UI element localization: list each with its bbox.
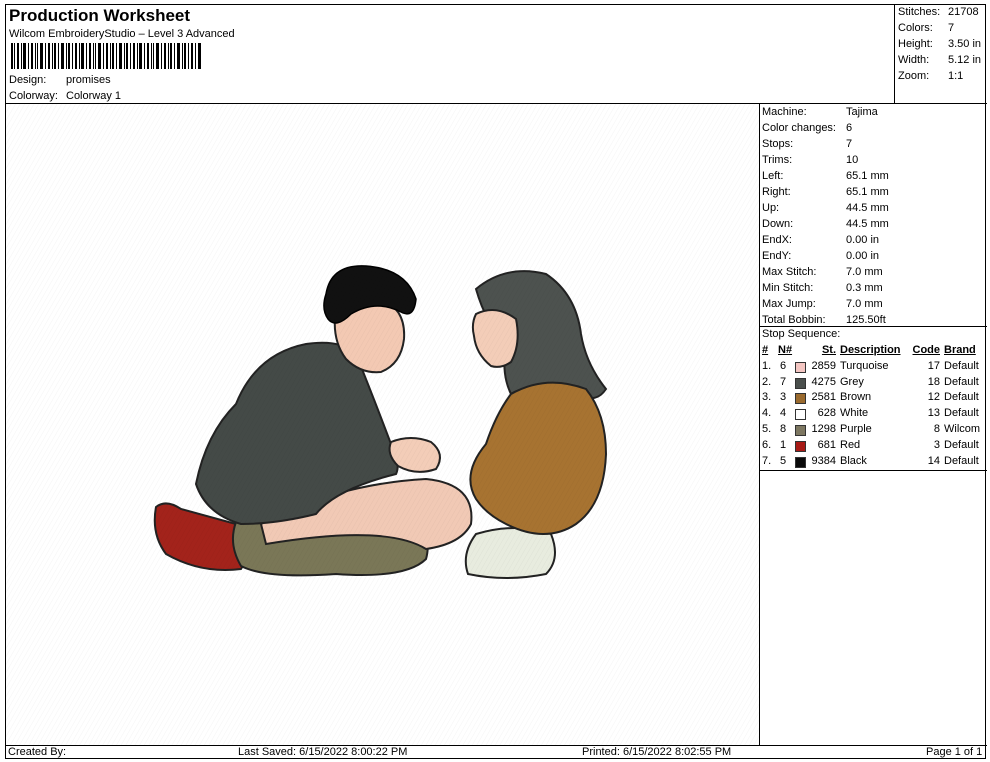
stop-sequence-table: # N# St. Description Code Brand 1. 6 2859 T… bbox=[762, 344, 986, 470]
table-row: 6. 1 681 Red 3 Default bbox=[762, 439, 986, 455]
color-code: 14 bbox=[927, 454, 940, 467]
needle-number: 7 bbox=[780, 375, 787, 388]
summary-height: Height: 3.50 in bbox=[898, 38, 982, 50]
worksheet-header: Production Worksheet Wilcom EmbroiderySt… bbox=[6, 5, 895, 104]
row-index: 7. bbox=[762, 454, 772, 467]
needle-number: 1 bbox=[780, 438, 787, 451]
color-code: 13 bbox=[927, 407, 940, 420]
table-row: 7. 5 9384 Black 14 Default bbox=[762, 455, 986, 471]
summary-colors: Colors: 7 bbox=[898, 22, 955, 34]
table-header: # N# St. Description Code Brand bbox=[762, 344, 976, 356]
needle-number: 5 bbox=[780, 454, 787, 467]
table-row: 1. 6 2859 Turquoise 17 Default bbox=[762, 360, 986, 376]
color-description: Turquoise bbox=[840, 359, 889, 372]
color-description: Purple bbox=[840, 422, 872, 435]
color-description: Black bbox=[840, 454, 867, 467]
color-code: 18 bbox=[927, 375, 940, 388]
summary-width: Width: 5.12 in bbox=[898, 54, 982, 66]
detail-color-changes: Color changes: 6 bbox=[762, 122, 853, 134]
detail-right: Right: 65.1 mm bbox=[762, 186, 889, 198]
row-index: 4. bbox=[762, 407, 772, 420]
divider bbox=[760, 326, 987, 327]
software-subtitle: Wilcom EmbroideryStudio – Level 3 Advanc… bbox=[9, 28, 235, 40]
detail-stops: Stops: 7 bbox=[762, 138, 853, 150]
design-label: Design: bbox=[9, 74, 47, 86]
detail-max-jump: Max Jump: 7.0 mm bbox=[762, 298, 883, 310]
color-description: Brown bbox=[840, 391, 872, 404]
detail-max-stitch: Max Stitch: 7.0 mm bbox=[762, 266, 883, 278]
page-number: Page 1 of 1 bbox=[926, 746, 983, 758]
color-swatch bbox=[795, 440, 806, 452]
barcode-image bbox=[11, 43, 201, 69]
color-description: White bbox=[840, 407, 869, 420]
row-index: 3. bbox=[762, 391, 772, 404]
color-swatch bbox=[795, 377, 806, 389]
color-swatch bbox=[795, 409, 806, 421]
design-value: promises bbox=[66, 74, 111, 86]
machine-details: Machine: Tajima Color changes: 6 Stops: 7 T… bbox=[760, 104, 987, 745]
color-code: 3 bbox=[933, 438, 940, 451]
thread-brand: Wilcom bbox=[944, 422, 981, 435]
stitch-count: 681 bbox=[817, 438, 836, 451]
printed-date: Printed: 6/15/2022 8:02:55 PM bbox=[582, 746, 732, 758]
color-code: 12 bbox=[927, 391, 940, 404]
design-summary: Stitches: 21708 Colors: 7 Height: 3.50 in W… bbox=[895, 5, 987, 104]
created-by: Created By: bbox=[8, 746, 67, 758]
stitch-count: 4275 bbox=[811, 375, 836, 388]
row-index: 1. bbox=[762, 359, 772, 372]
color-code: 8 bbox=[933, 422, 940, 435]
needle-number: 3 bbox=[780, 391, 787, 404]
worksheet-footer: Created By: Last Saved: 6/15/2022 8:00:2… bbox=[6, 745, 987, 760]
color-swatch bbox=[795, 393, 806, 405]
stitch-count: 2581 bbox=[811, 391, 836, 404]
color-code: 17 bbox=[927, 359, 940, 372]
colorway-label: Colorway: bbox=[9, 90, 58, 102]
colorway-value: Colorway 1 bbox=[66, 90, 122, 102]
color-description: Red bbox=[840, 438, 861, 451]
detail-machine: Machine: Tajima bbox=[762, 106, 878, 118]
thread-brand: Default bbox=[944, 375, 979, 388]
worksheet: Production Worksheet Wilcom EmbroiderySt… bbox=[5, 4, 987, 760]
thread-brand: Default bbox=[944, 359, 979, 372]
detail-endy: EndY: 0.00 in bbox=[762, 250, 880, 262]
color-swatch bbox=[795, 361, 806, 373]
thread-brand: Default bbox=[944, 391, 979, 404]
detail-down: Down: 44.5 mm bbox=[762, 218, 889, 230]
design-preview bbox=[6, 104, 760, 745]
stop-sequence-title: Stop Sequence: bbox=[762, 328, 841, 340]
divider bbox=[760, 470, 987, 471]
colorway-row: Colorway: Colorway 1 bbox=[9, 90, 121, 102]
stitch-count: 2859 bbox=[811, 359, 836, 372]
stitch-count: 1298 bbox=[811, 422, 836, 435]
thread-brand: Default bbox=[944, 454, 979, 467]
row-index: 5. bbox=[762, 422, 772, 435]
row-index: 6. bbox=[762, 438, 772, 451]
table-row: 3. 3 2581 Brown 12 Default bbox=[762, 391, 986, 407]
page-title: Production Worksheet bbox=[9, 6, 191, 25]
stitch-count: 628 bbox=[817, 407, 836, 420]
detail-left: Left: 65.1 mm bbox=[762, 170, 889, 182]
summary-zoom: Zoom: 1:1 bbox=[898, 70, 964, 82]
table-row: 2. 7 4275 Grey 18 Default bbox=[762, 376, 986, 392]
needle-number: 6 bbox=[780, 359, 787, 372]
table-row: 4. 4 628 White 13 Default bbox=[762, 407, 986, 423]
detail-endx: EndX: 0.00 in bbox=[762, 234, 880, 246]
color-swatch bbox=[795, 456, 806, 468]
detail-up: Up: 44.5 mm bbox=[762, 202, 889, 214]
needle-number: 4 bbox=[780, 407, 787, 420]
thread-brand: Default bbox=[944, 407, 979, 420]
stitch-count: 9384 bbox=[811, 454, 836, 467]
last-saved: Last Saved: 6/15/2022 8:00:22 PM bbox=[238, 746, 408, 758]
thread-brand: Default bbox=[944, 438, 979, 451]
row-index: 2. bbox=[762, 375, 772, 388]
design-row: Design: promises bbox=[9, 74, 111, 86]
summary-stitches: Stitches: 21708 bbox=[898, 6, 979, 18]
color-swatch bbox=[795, 424, 806, 436]
detail-trims: Trims: 10 bbox=[762, 154, 859, 166]
needle-number: 8 bbox=[780, 422, 787, 435]
embroidery-design-image bbox=[6, 104, 760, 745]
color-description: Grey bbox=[840, 375, 864, 388]
table-row: 5. 8 1298 Purple 8 Wilcom bbox=[762, 423, 986, 439]
detail-min-stitch: Min Stitch: 0.3 mm bbox=[762, 282, 883, 294]
